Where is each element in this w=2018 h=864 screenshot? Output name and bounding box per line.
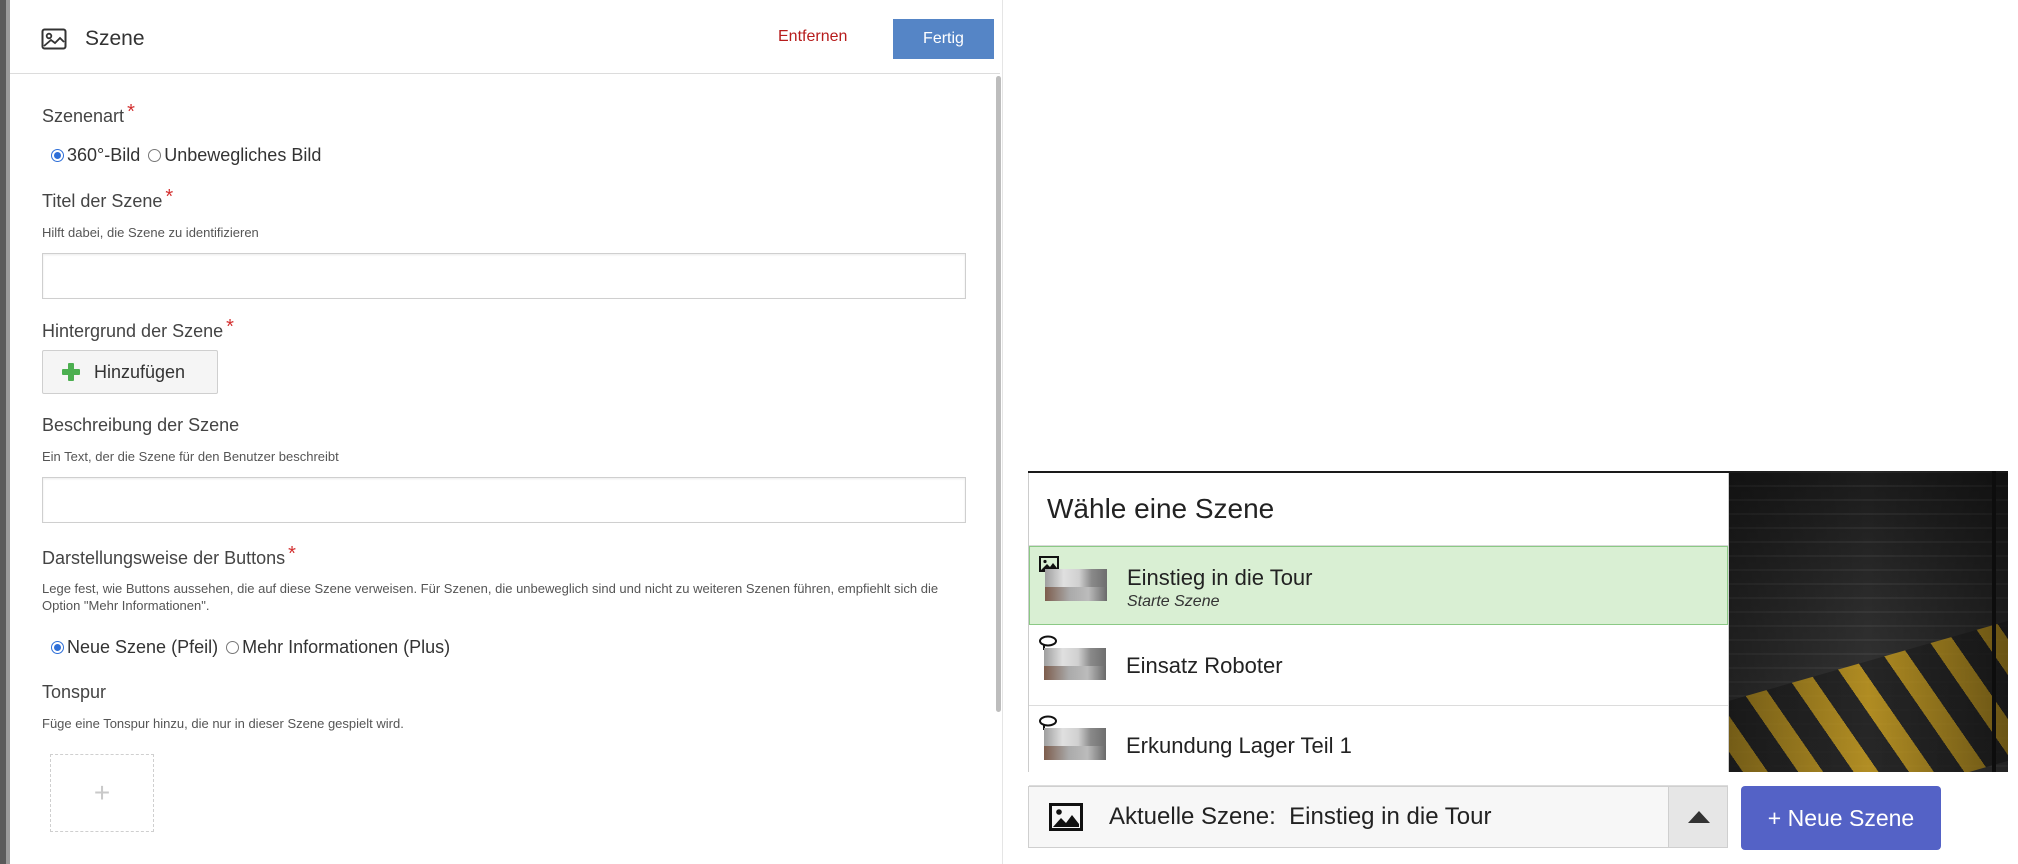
scene-item[interactable]: Erkundung Lager Teil 1 — [1029, 706, 1728, 786]
radio-button[interactable] — [148, 149, 162, 162]
scene-type-radio-group: 360°-Bild Unbewegliches Bild — [51, 145, 329, 166]
scene-title-input[interactable] — [42, 253, 966, 299]
plus-icon — [62, 363, 80, 381]
new-scene-button[interactable]: + Neue Szene — [1741, 786, 1941, 850]
scene-list-toggle-button[interactable] — [1668, 787, 1727, 847]
panel-divider — [1002, 0, 1003, 864]
image-icon — [1049, 803, 1083, 831]
radio-button-checked[interactable] — [51, 149, 64, 162]
scene-preview-image — [1728, 471, 2008, 772]
radio-option-static[interactable]: Unbewegliches Bild — [148, 145, 321, 166]
image-icon — [41, 28, 67, 50]
radio-button[interactable] — [226, 641, 240, 654]
current-scene-bar[interactable]: Aktuelle Szene: Einstieg in die Tour — [1028, 786, 1728, 848]
scene-list-popup: Wähle eine Szene Einstieg in die Tour St… — [1028, 473, 1729, 786]
scene-title-hint: Hilft dabei, die Szene zu identifizieren — [42, 225, 259, 240]
radio-option-new-scene[interactable]: Neue Szene (Pfeil) — [51, 637, 218, 658]
button-style-label: Darstellungsweise der Buttons * — [42, 543, 296, 568]
audio-label: Tonspur — [42, 682, 107, 702]
left-window-edge — [0, 0, 10, 864]
scene-item[interactable]: Einsatz Roboter — [1029, 626, 1728, 706]
scene-name: Erkundung Lager Teil 1 — [1126, 733, 1352, 758]
current-scene-text: Aktuelle Szene: Einstieg in die Tour — [1109, 803, 1492, 830]
description-hint: Ein Text, der die Szene für den Benutzer… — [42, 449, 339, 464]
radio-option-360[interactable]: 360°-Bild — [51, 145, 140, 166]
description-input[interactable] — [42, 477, 966, 523]
button-style-hint: Lege fest, wie Buttons aussehen, die auf… — [42, 581, 939, 613]
scene-item[interactable]: Einstieg in die Tour Starte Szene — [1029, 546, 1728, 625]
add-background-button[interactable]: Hinzufügen — [42, 350, 218, 394]
radio-option-more-info[interactable]: Mehr Informationen (Plus) — [226, 637, 450, 658]
scene-thumbnail — [1044, 728, 1106, 760]
editor-title: Szene — [85, 27, 145, 50]
scene-type-label: Szenenart * — [42, 101, 135, 126]
scene-name: Einstieg in die Tour — [1127, 565, 1313, 590]
button-style-radio-group: Neue Szene (Pfeil) Mehr Informationen (P… — [51, 637, 458, 658]
scene-selector-area: Wähle eine Szene Einstieg in die Tour St… — [1028, 471, 2018, 864]
done-button[interactable]: Fertig — [893, 19, 994, 59]
scene-subtitle: Starte Szene — [1127, 593, 1220, 610]
radio-button-checked[interactable] — [51, 641, 64, 654]
add-audio-dropzone[interactable]: + — [50, 754, 154, 832]
remove-button[interactable]: Entfernen — [778, 28, 847, 46]
background-label: Hintergrund der Szene * — [42, 316, 234, 341]
audio-hint: Füge eine Tonspur hinzu, die nur in dies… — [42, 716, 404, 731]
scene-name: Einsatz Roboter — [1126, 653, 1283, 678]
editor-header: Szene Entfernen Fertig — [10, 0, 1000, 74]
scene-title-label: Titel der Szene * — [42, 186, 174, 211]
scrollbar[interactable] — [996, 76, 1001, 712]
scene-list-title: Wähle eine Szene — [1047, 493, 1275, 524]
description-label: Beschreibung der Szene — [42, 415, 240, 435]
scene-editor-panel: Szene Entfernen Fertig Szenenart * 360°-B… — [10, 0, 1003, 864]
scene-thumbnail — [1045, 569, 1107, 601]
scene-thumbnail — [1044, 648, 1106, 680]
